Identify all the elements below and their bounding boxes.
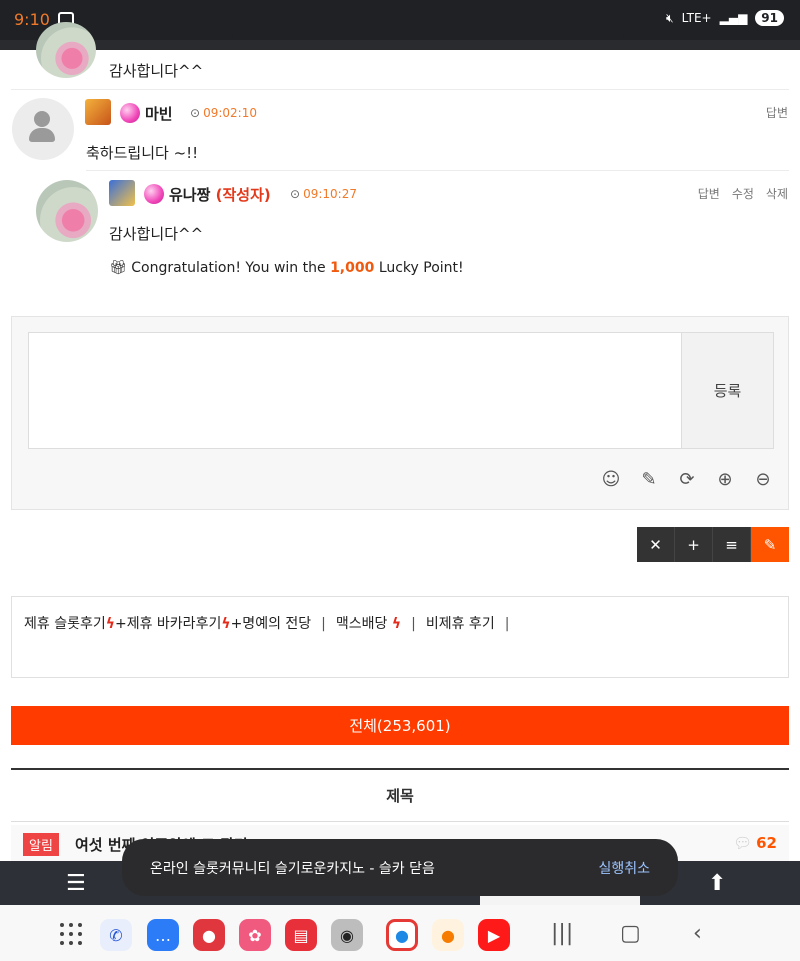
submit-comment-button[interactable]: 등록	[681, 332, 774, 449]
smile-icon[interactable]: ☺	[600, 469, 622, 490]
contacts-app-icon[interactable]: ●	[193, 919, 225, 951]
minus-circle-icon[interactable]: ⊖	[752, 469, 774, 490]
comment-count-value: 62	[756, 834, 777, 852]
gift-icon: 🎁︎	[109, 260, 127, 276]
youtube-app-icon[interactable]: ▶	[478, 919, 510, 951]
app-drawer-icon[interactable]	[60, 923, 84, 947]
clock: 9:10	[14, 10, 50, 29]
system-nav-bar: ✆ … ● ✿ ▤ ◉ ● ● ▶ ||| ▢ ‹	[0, 905, 800, 961]
write-icon[interactable]: ✎	[751, 527, 789, 562]
category-link[interactable]: +명예의 전당	[231, 616, 312, 632]
comment-divider	[86, 170, 789, 171]
clock-icon: ⊙	[190, 106, 201, 120]
table-header-title: 제목	[11, 768, 789, 822]
recents-icon[interactable]: |||	[551, 921, 573, 946]
toast-message: 온라인 슬롯커뮤니티 슬기로운카지노 - 슬카 닫음	[150, 861, 435, 877]
battery-indicator: 91	[755, 10, 784, 26]
mute-icon: 🔇︎	[666, 10, 674, 25]
author-tag: (작성자)	[215, 186, 271, 204]
clock-icon: ⊙	[290, 187, 301, 201]
comment-form: 등록 ☺ ✎ ⟳ ⊕ ⊖	[11, 316, 789, 510]
reply-button[interactable]: 답변	[766, 104, 788, 121]
category-link[interactable]: 비제휴 후기	[426, 616, 495, 632]
messages-app-icon[interactable]: …	[147, 919, 179, 951]
camera-app-icon[interactable]: ◉	[331, 919, 363, 951]
signal-label: LTE+	[681, 11, 712, 25]
category-separator: |	[321, 616, 326, 632]
reply-button[interactable]: 답변	[698, 185, 720, 202]
phone-app-icon[interactable]: ✆	[100, 919, 132, 951]
comment-input[interactable]	[28, 332, 682, 449]
comment-actions: 답변 수정 삭제	[698, 185, 788, 202]
category-link[interactable]: +제휴 바카라후기	[115, 616, 221, 632]
menu-icon[interactable]: ☰	[66, 871, 86, 896]
category-link[interactable]: 제휴 슬롯후기	[24, 616, 106, 632]
comment-author[interactable]: 유나짱 (작성자)	[169, 184, 271, 205]
refresh-icon[interactable]: ⟳	[676, 469, 698, 490]
category-separator: |	[411, 616, 416, 632]
bolt-icon: ϟ	[105, 616, 115, 632]
gallery-app-icon[interactable]: ✿	[239, 919, 271, 951]
category-link[interactable]: 맥스배당	[336, 616, 388, 632]
lucky-suffix: Lucky Point!	[378, 260, 464, 276]
comment-bubble-icon: 💬︎	[733, 834, 753, 852]
comment-tools: ☺ ✎ ⟳ ⊕ ⊖	[600, 469, 774, 490]
default-user-icon-body	[29, 128, 55, 142]
comment-author-name: 유나짱	[169, 186, 211, 204]
comment-time: ⊙ 09:10:27	[290, 187, 357, 201]
comment-text: 감사합니다^^	[109, 62, 204, 80]
comment-text: 축하드립니다 ~!!	[86, 144, 199, 162]
avatar[interactable]	[36, 22, 96, 78]
edit-button[interactable]: 수정	[732, 185, 754, 202]
lucky-prefix: Congratulation! You win the	[131, 260, 326, 276]
category-box: 제휴 슬롯후기ϟ+제휴 바카라후기ϟ+명예의 전당 | 맥스배당 ϟ | 비제휴 후기 |	[11, 596, 789, 678]
lucky-amount: 1,000	[330, 260, 375, 276]
default-user-icon	[34, 111, 50, 127]
level-badge-icon	[109, 180, 135, 206]
signal-bars-icon: ▂▄▆	[719, 11, 748, 25]
plus-icon[interactable]: +	[675, 527, 713, 562]
bolt-icon: ϟ	[221, 616, 231, 632]
list-icon[interactable]: ≡	[713, 527, 751, 562]
notes-app-icon[interactable]: ▤	[285, 919, 317, 951]
all-posts-button[interactable]: 전체(253,601)	[11, 706, 789, 745]
comment-divider	[11, 89, 789, 90]
level-badge-icon	[85, 99, 111, 125]
toast: 온라인 슬롯커뮤니티 슬기로운카지노 - 슬카 닫음 실행취소	[122, 839, 678, 896]
pencil-icon[interactable]: ✎	[638, 469, 660, 490]
home-icon[interactable]: ▢	[620, 921, 641, 946]
comment-time-value: 09:10:27	[303, 187, 357, 201]
comment-time: ⊙ 09:02:10	[190, 106, 257, 120]
bolt-icon: ϟ	[391, 616, 402, 632]
fruit-app-icon[interactable]: ●	[432, 919, 464, 951]
top-divider	[0, 40, 800, 50]
comment-text: 감사합니다^^	[109, 225, 204, 243]
point-orb-icon	[120, 103, 140, 123]
delete-button[interactable]: 삭제	[766, 185, 788, 202]
board-button-group: ✕ + ≡ ✎	[637, 527, 789, 562]
comment-author[interactable]: 마빈	[145, 103, 173, 124]
scroll-top-icon[interactable]: ⬆	[708, 871, 726, 896]
comment-count: 💬︎ 62	[733, 834, 777, 852]
notice-badge: 알림	[23, 833, 59, 856]
category-list: 제휴 슬롯후기ϟ+제휴 바카라후기ϟ+명예의 전당 | 맥스배당 ϟ | 비제휴 후기 |	[24, 613, 519, 633]
close-icon[interactable]: ✕	[637, 527, 675, 562]
plus-circle-icon[interactable]: ⊕	[714, 469, 736, 490]
avatar[interactable]	[12, 98, 74, 160]
category-separator: |	[504, 616, 510, 632]
status-indicators: 🔇︎ LTE+ ▂▄▆ 91	[666, 10, 784, 26]
lucky-point-message: 🎁︎ Congratulation! You win the 1,000 Luc…	[109, 260, 464, 276]
point-orb-icon	[144, 184, 164, 204]
back-icon[interactable]: ‹	[693, 921, 702, 946]
comment-actions: 답변	[766, 104, 788, 121]
undo-button[interactable]: 실행취소	[598, 858, 650, 878]
comment-time-value: 09:02:10	[203, 106, 257, 120]
chrome-app-icon[interactable]: ●	[386, 919, 418, 951]
avatar[interactable]	[36, 180, 98, 242]
